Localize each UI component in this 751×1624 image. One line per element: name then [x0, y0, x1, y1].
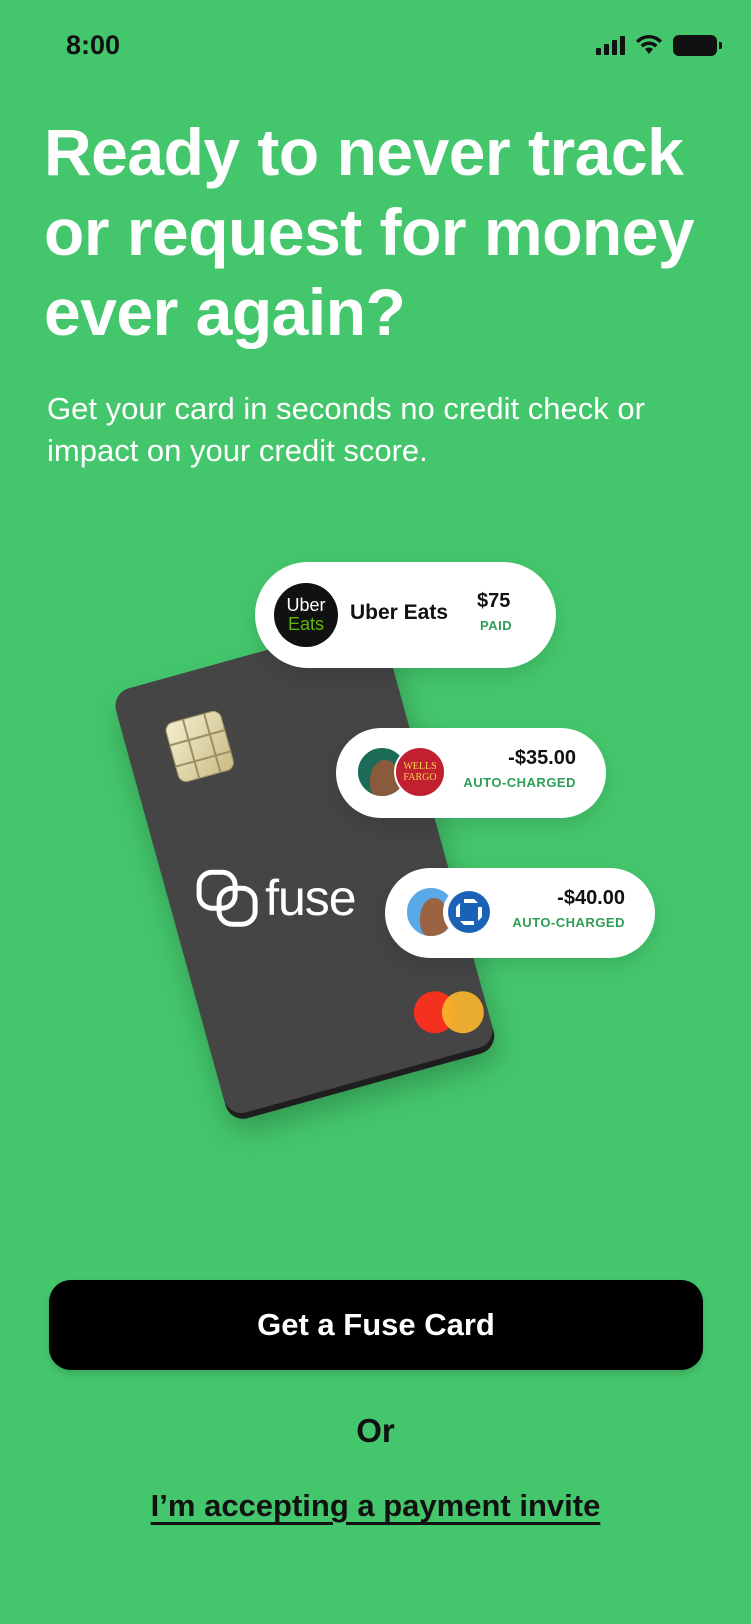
uber-eats-logo-icon: Uber Eats [274, 583, 338, 647]
get-fuse-card-button[interactable]: Get a Fuse Card [49, 1280, 703, 1370]
transaction-status: AUTO-CHARGED [463, 775, 576, 790]
headline: Ready to never track or request for mone… [44, 115, 695, 349]
transaction-pill-wells-fargo: WELLS FARGO -$35.00 AUTO-CHARGED [336, 728, 606, 818]
wells-fargo-logo-icon: WELLS FARGO [394, 746, 446, 798]
transaction-amount: -$35.00 [508, 747, 576, 769]
fuse-logo-icon [196, 869, 258, 927]
signal-icon [596, 35, 625, 55]
transaction-pill-uber-eats: Uber Eats Uber Eats $75 PAID [255, 562, 556, 668]
mastercard-logo-icon [413, 989, 486, 1035]
transaction-pill-chase: -$40.00 AUTO-CHARGED [385, 868, 655, 958]
or-divider-label: Or [356, 1412, 395, 1449]
transaction-amount: -$40.00 [557, 887, 625, 909]
transaction-status: PAID [480, 618, 513, 633]
status-time: 8:00 [66, 30, 121, 60]
subheadline: Get your card in seconds no credit check… [47, 391, 645, 468]
transaction-amount: $75 [477, 590, 511, 612]
transaction-status: AUTO-CHARGED [512, 915, 625, 930]
accept-payment-invite-link[interactable]: I’m accepting a payment invite [0, 1488, 751, 1524]
card-chip-icon [163, 708, 236, 785]
merchant-name: Uber Eats [350, 601, 449, 624]
battery-icon [673, 34, 722, 56]
chase-logo-icon [443, 886, 495, 938]
fuse-logo: fuse [195, 868, 356, 928]
status-icons [596, 34, 722, 56]
status-bar: 8:00 [0, 0, 751, 90]
wifi-icon [636, 34, 662, 54]
card-brand-name: fuse [265, 870, 356, 927]
